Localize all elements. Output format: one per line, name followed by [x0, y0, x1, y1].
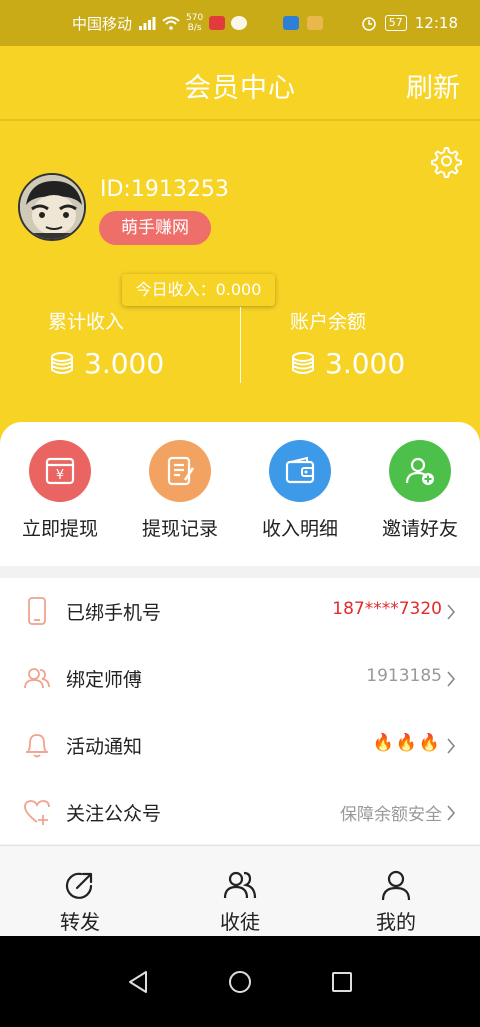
app-notification-icon-3	[306, 16, 323, 30]
invite-friends-button[interactable]: 邀请好友	[360, 440, 480, 541]
balance-value: 3.000	[325, 347, 406, 380]
bottom-tab-bar: 转发 收徒 我的	[0, 845, 480, 936]
wechat-icon	[231, 16, 248, 30]
share-icon	[65, 872, 93, 899]
chevron-right-icon	[447, 604, 456, 620]
account-balance: 3.000	[289, 347, 405, 380]
record-icon	[149, 440, 211, 502]
wifi-icon	[162, 16, 180, 30]
master-id: 1913185	[366, 666, 442, 686]
follow-hint: 保障余额安全	[340, 805, 442, 825]
balance-label: 账户余额	[290, 311, 367, 333]
status-bar: 中国移动 570 B/s 57 12:18	[0, 0, 480, 46]
row-label: 已绑手机号	[66, 602, 162, 624]
signal-icon	[139, 17, 156, 30]
chevron-right-icon	[447, 738, 456, 754]
speed-value: 570	[186, 13, 204, 23]
settings-list: 已绑手机号 187****7320 绑定师傅 1913185 活动通知 🔥🔥🔥 …	[0, 578, 480, 844]
list-item-bind-master[interactable]: 绑定师傅 1913185	[0, 645, 480, 711]
heart-plus-icon	[24, 800, 50, 825]
row-label: 绑定师傅	[66, 669, 143, 691]
total-income-value: 3.000	[84, 347, 165, 380]
tab-share[interactable]: 转发	[0, 846, 160, 937]
carrier-label: 中国移动	[72, 14, 133, 33]
list-item-follow-account[interactable]: 关注公众号 保障余额安全	[0, 779, 480, 845]
total-income-label: 累计收入	[48, 311, 125, 333]
phone-icon	[28, 597, 46, 625]
action-label: 提现记录	[141, 518, 218, 540]
svg-text:¥: ¥	[56, 468, 64, 483]
chevron-right-icon	[447, 805, 456, 821]
tab-recruit[interactable]: 收徒	[160, 846, 320, 937]
gear-icon[interactable]	[428, 144, 462, 178]
person-icon	[381, 870, 411, 901]
income-detail-button[interactable]: 收入明细	[240, 440, 360, 541]
app-notification-icon-2	[282, 16, 299, 30]
tab-mine[interactable]: 我的	[316, 846, 476, 937]
avatar-image	[20, 175, 84, 239]
battery-indicator: 57	[384, 15, 407, 31]
back-icon[interactable]	[120, 964, 156, 1000]
user-id: ID:1913253	[100, 177, 229, 202]
level-badge: 萌手赚网	[99, 211, 211, 245]
profile-card: ID:1913253 萌手赚网 今日收入：0.000 累计收入 3.000 账户…	[0, 121, 480, 451]
row-label: 关注公众号	[66, 803, 162, 825]
action-label: 立即提现	[21, 518, 98, 540]
bell-icon	[26, 734, 48, 758]
list-item-activity-notice[interactable]: 活动通知 🔥🔥🔥	[0, 712, 480, 778]
time-label: 12:18	[414, 14, 458, 32]
withdraw-icon: ¥	[29, 440, 91, 502]
speed-unit: B/s	[187, 23, 202, 33]
tab-label: 我的	[376, 910, 416, 934]
recents-icon[interactable]	[324, 964, 360, 1000]
withdraw-now-button[interactable]: ¥ 立即提现	[0, 440, 120, 541]
network-speed: 570 B/s	[186, 13, 203, 33]
refresh-button[interactable]: 刷新	[406, 66, 460, 105]
row-label: 活动通知	[66, 736, 143, 758]
users-icon	[24, 668, 50, 689]
coin-icon	[292, 351, 314, 374]
header: 会员中心 刷新	[0, 46, 480, 120]
avatar[interactable]	[18, 173, 86, 241]
status-left: 中国移动 570 B/s	[72, 0, 248, 46]
stats-divider	[240, 307, 241, 383]
users-icon	[223, 871, 257, 899]
wallet-icon	[269, 440, 331, 502]
action-label: 收入明细	[261, 518, 338, 540]
total-income: 3.000	[48, 347, 164, 380]
chevron-right-icon	[447, 671, 456, 687]
withdraw-record-button[interactable]: 提现记录	[120, 440, 240, 541]
list-item-bound-phone[interactable]: 已绑手机号 187****7320	[0, 578, 480, 644]
invite-icon	[389, 440, 451, 502]
tab-label: 转发	[60, 910, 100, 934]
system-navigation-bar	[0, 936, 480, 1027]
app-notification-icon	[209, 16, 226, 30]
home-icon[interactable]	[222, 964, 258, 1000]
quick-actions: ¥ 立即提现 提现记录 收入明细 邀请好友	[0, 422, 480, 566]
tab-label: 收徒	[220, 910, 260, 934]
today-income-tip: 今日收入：0.000	[122, 274, 275, 306]
action-label: 邀请好友	[381, 518, 458, 540]
fire-icons: 🔥🔥🔥	[372, 733, 442, 753]
coin-icon	[51, 351, 73, 374]
alarm-icon	[362, 17, 376, 31]
status-right: 57 12:18	[282, 0, 458, 46]
phone-number: 187****7320	[332, 599, 442, 619]
